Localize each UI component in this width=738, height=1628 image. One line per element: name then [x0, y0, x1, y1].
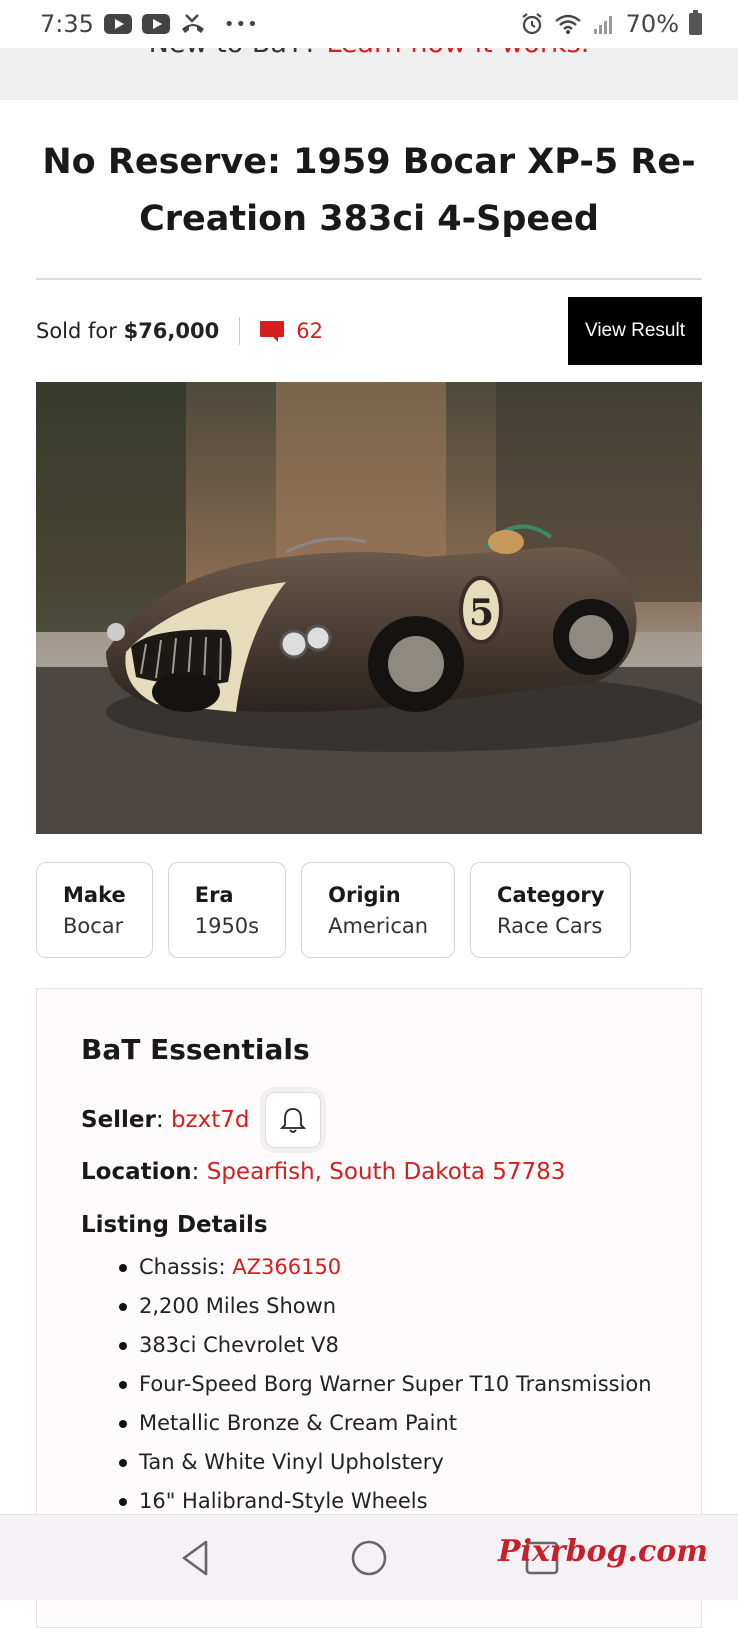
title-divider: [36, 278, 702, 280]
watermark: Pixrbog.com: [497, 1534, 708, 1569]
seller-label: Seller: [81, 1107, 156, 1133]
status-time: 7:35: [40, 10, 94, 38]
listing-details-heading: Listing Details: [81, 1212, 268, 1238]
missed-call-icon: [181, 14, 204, 33]
sold-price-text: Sold for $76,000: [36, 319, 219, 343]
alarm-icon: [521, 13, 542, 35]
wifi-icon: [554, 14, 581, 34]
location-line: Location: Spearfish, South Dakota 57783: [81, 1159, 566, 1185]
list-item: 383ci Chevrolet V8: [119, 1326, 701, 1365]
chassis-link[interactable]: AZ366150: [232, 1255, 341, 1279]
chip-key: Origin: [328, 883, 401, 907]
comments-link[interactable]: 62: [260, 319, 323, 343]
chip-origin[interactable]: Origin American: [301, 862, 456, 958]
listing-details-list: Chassis: AZ366150 2,200 Miles Shown 383c…: [81, 1248, 701, 1521]
battery-icon: [689, 10, 702, 35]
banner-text: New to BaT?: [149, 48, 327, 59]
back-icon[interactable]: [176, 1538, 216, 1578]
list-item: Metallic Bronze & Cream Paint: [119, 1404, 701, 1443]
list-item: Four-Speed Borg Warner Super T10 Transmi…: [119, 1365, 701, 1404]
bell-icon: [280, 1108, 307, 1133]
svg-text:5: 5: [469, 592, 494, 634]
chip-value: Bocar: [63, 914, 124, 938]
location-link[interactable]: Spearfish, South Dakota 57783: [207, 1159, 566, 1185]
comment-icon: [260, 321, 285, 342]
listing-title: No Reserve: 1959 Bocar XP-5 Re-Creation …: [42, 142, 696, 239]
more-notifications-icon: •••: [223, 13, 259, 35]
sold-price: $76,000: [123, 319, 220, 343]
youtube-notification-icon-2: [141, 14, 170, 34]
sold-row: Sold for $76,000 62 View Result: [36, 296, 702, 366]
view-result-button[interactable]: View Result: [568, 297, 702, 365]
chip-make[interactable]: Make Bocar: [36, 862, 153, 958]
location-label: Location: [81, 1159, 192, 1185]
comment-count: 62: [296, 319, 323, 343]
learn-how-link[interactable]: Learn how it works.: [326, 48, 589, 59]
chassis-label: Chassis:: [139, 1255, 233, 1279]
status-bar: 7:35 ••• 70%: [0, 0, 738, 48]
new-to-bat-banner: New to BaT? Learn how it works.: [0, 48, 738, 100]
chip-era[interactable]: Era 1950s: [167, 862, 287, 958]
home-icon[interactable]: [349, 1538, 389, 1578]
chip-key: Category: [497, 883, 605, 907]
car-image: 5: [36, 382, 702, 834]
listing-photo[interactable]: 5: [36, 382, 702, 834]
follow-seller-button[interactable]: [265, 1092, 322, 1148]
chip-key: Era: [194, 883, 234, 907]
youtube-notification-icon: [103, 14, 132, 34]
seller-link[interactable]: bzxt7d: [171, 1107, 250, 1133]
chip-value: American: [328, 914, 429, 938]
essentials-heading: BaT Essentials: [81, 1033, 310, 1066]
list-item: Chassis: AZ366150: [119, 1248, 701, 1287]
signal-icon: [593, 16, 612, 34]
divider: [239, 317, 241, 345]
chip-value: Race Cars: [497, 914, 603, 938]
chip-value: 1950s: [194, 914, 260, 938]
battery-percent: 70%: [625, 10, 679, 38]
chip-category[interactable]: Category Race Cars: [470, 862, 632, 958]
list-item: 2,200 Miles Shown: [119, 1287, 701, 1326]
seller-line: Seller: bzxt7d: [81, 1092, 701, 1148]
sold-prefix: Sold for: [36, 319, 124, 343]
list-item: Tan & White Vinyl Upholstery: [119, 1443, 701, 1482]
chip-key: Make: [63, 883, 126, 907]
category-chips: Make Bocar Era 1950s Origin American Cat…: [36, 862, 632, 958]
